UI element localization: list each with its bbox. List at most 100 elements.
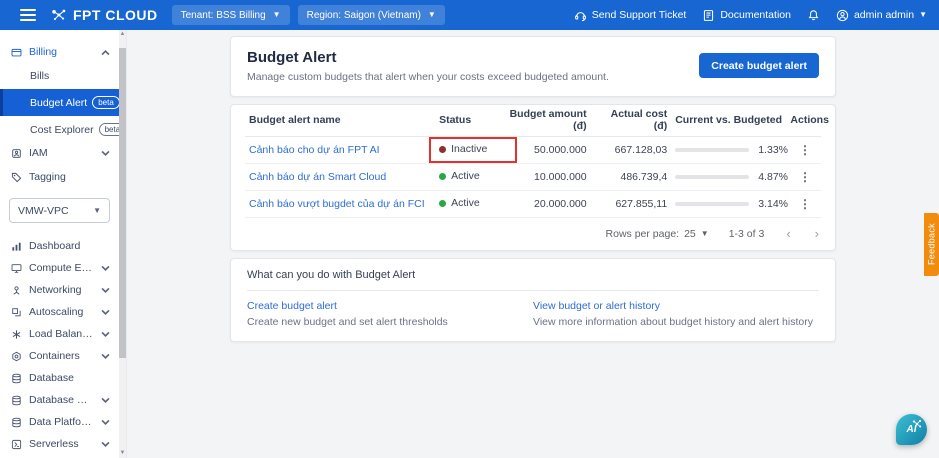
page-subtitle: Manage custom budgets that alert when yo…	[247, 71, 609, 83]
chevron-down-icon: ▼	[700, 228, 709, 238]
sidebar-item-compute-engine[interactable]: Compute Engine	[0, 257, 119, 279]
next-page-button[interactable]: ›	[813, 227, 821, 240]
sidebar-item-serverless[interactable]: Serverless	[0, 433, 119, 455]
sidebar-item-label: Dashboard	[29, 240, 81, 252]
sidebar: Billing Bills Budget Alert beta Cost Explor…	[0, 30, 127, 458]
budget-alert-name-link[interactable]: Cảnh báo dự án Smart Cloud	[249, 171, 386, 183]
sidebar-item-label: Load Balancer	[29, 328, 93, 340]
status-dot-icon	[439, 199, 447, 207]
status-badge: Inactive	[439, 143, 487, 155]
help-link[interactable]: Create budget alert	[247, 300, 533, 312]
status-badge: Active	[439, 170, 480, 182]
status-dot-icon	[439, 145, 447, 153]
sidebar-scrollbar[interactable]: ▲ ▼	[119, 30, 126, 458]
documentation-link[interactable]: Documentation	[702, 9, 791, 22]
table-row: Cảnh báo vượt bugdet của dự án FCI Active…	[245, 190, 821, 218]
sidebar-item-label: Compute Engine	[29, 262, 93, 274]
sidebar-nav: Dashboard Compute Engine Networking Autosca…	[0, 235, 119, 455]
notifications-bell-icon[interactable]	[807, 9, 820, 22]
help-item-create-budget-alert: Create budget alert Create new budget and…	[247, 300, 533, 328]
feedback-tab[interactable]: Feedback	[924, 213, 939, 276]
status-label: Active	[451, 170, 480, 183]
sidebar-item-label: Database	[29, 372, 74, 384]
dashboard-icon	[11, 241, 22, 252]
send-support-ticket-link[interactable]: Send Support Ticket	[574, 9, 687, 22]
fpt-cloud-logo[interactable]: FPT CLOUD	[50, 6, 158, 24]
compute-engine-icon	[11, 263, 22, 274]
help-link[interactable]: View budget or alert history	[533, 300, 819, 312]
sidebar-item-containers[interactable]: Containers	[0, 345, 119, 367]
tenant-selector[interactable]: Tenant: BSS Billing ▼	[171, 5, 290, 25]
vpc-selector[interactable]: VMW-VPC ▼	[9, 198, 110, 223]
sidebar-item-database-platform[interactable]: Database Platform	[0, 389, 119, 411]
sidebar-item-dashboard[interactable]: Dashboard	[0, 235, 119, 257]
sidebar-item-billing[interactable]: Billing	[0, 40, 119, 64]
ai-assistant-button[interactable]: AI	[896, 414, 927, 445]
chevron-down-icon: ▼	[919, 10, 927, 19]
rows-per-page-value: 25	[684, 227, 696, 240]
rows-per-page-selector[interactable]: Rows per page: 25 ▼	[606, 228, 709, 240]
status-badge: Active	[439, 197, 480, 209]
budget-amount-value: 10.000.000	[504, 163, 591, 191]
sidebar-item-tagging[interactable]: Tagging	[0, 165, 119, 189]
sidebar-item-load-balancer[interactable]: Load Balancer	[0, 323, 119, 345]
sidebar-item-data-platform[interactable]: Data Platform	[0, 411, 119, 433]
scrollbar-thumb[interactable]	[119, 48, 126, 358]
sidebar-item-database[interactable]: Database	[0, 367, 119, 389]
load-balancer-icon	[11, 329, 22, 340]
autoscaling-icon	[11, 307, 22, 318]
document-icon	[704, 9, 714, 21]
pagination-range: 1-3 of 3	[728, 227, 765, 240]
budget-percent-label: 4.87%	[758, 170, 788, 183]
sidebar-item-label: Containers	[29, 350, 80, 362]
table-row: Cảnh báo cho dự án FPT AI Inactive 50.000.…	[245, 136, 821, 164]
sidebar-item-label: Serverless	[29, 438, 79, 450]
region-selector[interactable]: Region: Saigon (Vietnam) ▼	[297, 5, 445, 25]
create-budget-alert-button[interactable]: Create budget alert	[699, 53, 819, 78]
row-actions-menu-icon[interactable]: ⋮	[799, 170, 811, 184]
actual-cost-value: 627.855,11	[590, 190, 672, 218]
chevron-down-icon	[100, 439, 111, 450]
budget-progress-bar	[675, 201, 750, 206]
sidebar-item-iam[interactable]: IAM	[0, 141, 119, 165]
iam-icon	[12, 148, 21, 158]
actual-cost-value: 667.128,03	[590, 136, 672, 164]
brand-molecule-icon	[52, 9, 66, 21]
send-support-ticket-label: Send Support Ticket	[591, 9, 687, 21]
budget-amount-value: 50.000.000	[504, 136, 591, 164]
sidebar-item-autoscaling[interactable]: Autoscaling	[0, 301, 119, 323]
sidebar-item-label: Billing	[29, 46, 58, 58]
data-platform-icon	[11, 417, 22, 428]
actual-cost-value: 486.739,4	[590, 163, 672, 191]
help-card-title: What can you do with Budget Alert	[247, 269, 819, 291]
sidebar-item-budget-alert[interactable]: Budget Alert beta	[0, 89, 120, 116]
row-actions-menu-icon[interactable]: ⋮	[799, 143, 811, 157]
chevron-down-icon: ▼	[272, 10, 281, 19]
budget-progress-bar	[675, 147, 750, 152]
region-label: Region: Saigon (Vietnam)	[306, 9, 421, 21]
containers-icon	[11, 351, 22, 362]
row-actions-menu-icon[interactable]: ⋮	[799, 197, 811, 211]
budget-alert-name-link[interactable]: Cảnh báo cho dự án FPT AI	[249, 144, 380, 156]
user-name: admin admin	[853, 9, 915, 21]
help-item-view-budget-or-alert-history: View budget or alert history View more in…	[533, 300, 819, 328]
brand-name: FPT CLOUD	[73, 7, 158, 23]
chevron-down-icon	[100, 263, 111, 274]
user-menu[interactable]: admin admin ▼	[836, 9, 927, 22]
chevron-down-icon	[100, 351, 111, 362]
budget-progress-bar	[675, 174, 750, 179]
rows-per-page-label: Rows per page:	[605, 227, 680, 240]
budget-alert-name-link[interactable]: Cảnh báo vượt bugdet của dự án FCI	[249, 198, 425, 210]
menu-icon[interactable]	[20, 9, 36, 21]
column-header-actual-cost: Actual cost (đ)	[590, 105, 672, 137]
sidebar-item-label: Networking	[29, 284, 82, 296]
topbar: FPT CLOUD Tenant: BSS Billing ▼ Region: …	[0, 0, 939, 30]
chevron-down-icon	[100, 417, 111, 428]
user-avatar-icon	[836, 9, 849, 21]
page-header-card: Budget Alert Manage custom budgets that …	[230, 36, 836, 97]
sidebar-item-cost-explorer[interactable]: Cost Explorer beta	[0, 118, 127, 141]
sidebar-item-networking[interactable]: Networking	[0, 279, 119, 301]
page-title: Budget Alert	[247, 49, 337, 66]
sidebar-item-bills[interactable]: Bills	[0, 64, 119, 87]
previous-page-button[interactable]: ‹	[784, 227, 792, 240]
